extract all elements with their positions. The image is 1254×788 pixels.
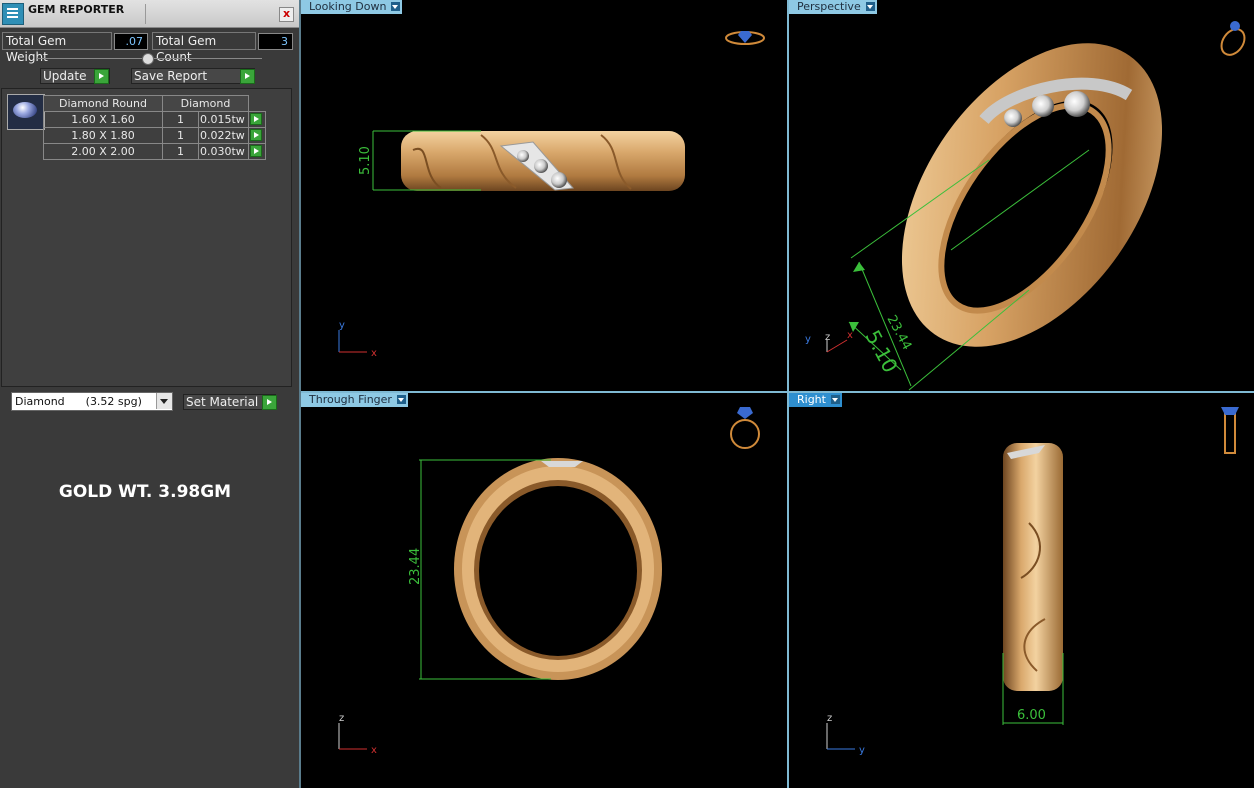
viewport-perspective[interactable]: 5.10 23.44 y z x Perspective: [789, 0, 1254, 391]
panel-title: GEM REPORTER: [28, 3, 125, 16]
chevron-down-icon[interactable]: [865, 2, 875, 11]
title-divider: [145, 4, 146, 24]
gem-row-action[interactable]: [248, 143, 266, 160]
gem-shape-header: Diamond Round: [43, 95, 163, 112]
axis-z-label: z: [339, 713, 344, 724]
axis-x-label: x: [371, 348, 377, 359]
axis-x-label: x: [847, 330, 853, 341]
update-play-icon[interactable]: [94, 69, 109, 84]
gem-size-cell: 2.00 X 2.00: [43, 143, 163, 160]
axis-y-label: y: [859, 745, 865, 756]
diamond-gem-icon[interactable]: [7, 94, 45, 130]
gem-table-header: Diamond Round Diamond: [43, 95, 266, 112]
gem-weight-cell: 0.030tw: [198, 143, 249, 160]
viewport-tab-looking-down[interactable]: Looking Down: [301, 0, 403, 14]
gem-reporter-icon: [2, 3, 24, 25]
viewport-tab-right[interactable]: Right: [789, 393, 842, 407]
total-gem-count-label: Total Gem Count: [152, 32, 256, 64]
gem-qty-cell: 1: [162, 111, 199, 128]
gem-size-cell: 1.80 X 1.80: [43, 127, 163, 144]
gem-row-action[interactable]: [248, 127, 266, 144]
viewport-right[interactable]: 6.00 z y Right: [789, 393, 1254, 788]
total-gem-weight-label: Total Gem Weight: [2, 32, 112, 64]
chevron-down-icon[interactable]: [830, 395, 840, 404]
total-gem-count-field[interactable]: 3: [258, 33, 293, 50]
dimension-label: 23.44: [408, 548, 423, 585]
viewport-through-finger[interactable]: 23.44 z x Through Finger: [301, 393, 787, 788]
diamond-stone: [517, 150, 529, 162]
set-material-play-icon[interactable]: [262, 395, 277, 410]
gem-qty-cell: 1: [162, 143, 199, 160]
gold-weight-text: GOLD WT. 3.98GM: [58, 482, 232, 502]
gem-row[interactable]: 1.60 X 1.60 1 0.015tw: [43, 111, 266, 128]
looking-down-canvas: 5.10 y x: [338, 31, 765, 359]
save-report-button[interactable]: Save Report: [131, 68, 255, 84]
axis-y-label: y: [339, 320, 345, 331]
play-icon[interactable]: [250, 129, 262, 141]
total-gem-weight-field[interactable]: .07: [114, 33, 148, 50]
gem-row-action[interactable]: [248, 111, 266, 128]
diamond-stone: [534, 159, 548, 173]
right-view-canvas: 6.00 z y: [826, 407, 1239, 756]
gem-weight-cell: 0.015tw: [198, 111, 249, 128]
play-icon[interactable]: [250, 145, 262, 157]
gem-qty-cell: 1: [162, 127, 199, 144]
dimension-label: 5.10: [358, 146, 373, 175]
dimension-label: 6.00: [1017, 708, 1046, 723]
chevron-down-icon[interactable]: [156, 393, 172, 409]
axis-z-label: z: [827, 713, 832, 724]
chevron-down-icon[interactable]: [391, 2, 401, 11]
gem-table: Diamond Round Diamond 1.60 X 1.60 1 0.01…: [43, 95, 266, 160]
gem-weight-cell: 0.022tw: [198, 127, 249, 144]
diamond-stone: [1004, 109, 1022, 127]
viewport-tab-label: Perspective: [797, 0, 861, 13]
save-report-play-icon[interactable]: [240, 69, 255, 84]
perspective-canvas: 5.10 23.44 y z x: [805, 21, 1246, 391]
viewport-tab-label: Through Finger: [309, 393, 392, 406]
viewport-tab-perspective[interactable]: Perspective: [789, 0, 877, 14]
axis-y-label: y: [805, 334, 811, 345]
panel-slider-handle[interactable]: [142, 53, 154, 65]
through-finger-canvas: 23.44 z x: [338, 407, 760, 756]
ring-view-icon[interactable]: [1224, 412, 1236, 454]
gem-row[interactable]: 2.00 X 2.00 1 0.030tw: [43, 143, 266, 160]
ring-view-icon[interactable]: [730, 419, 760, 449]
chevron-down-icon[interactable]: [396, 395, 406, 404]
axis-z-label: z: [825, 332, 830, 343]
viewport-tab-through-finger[interactable]: Through Finger: [301, 393, 408, 407]
gem-material-header: Diamond: [162, 95, 249, 112]
gem-size-cell: 1.60 X 1.60: [43, 111, 163, 128]
close-button[interactable]: x: [279, 7, 294, 22]
diamond-stone: [1032, 95, 1054, 117]
gem-row[interactable]: 1.80 X 1.80 1 0.022tw: [43, 127, 266, 144]
material-select[interactable]: Diamond (3.52 spg): [11, 392, 173, 411]
viewport-tab-label: Right: [797, 393, 826, 406]
viewport-looking-down[interactable]: 5.10 y x Looking Down: [301, 0, 787, 391]
play-icon[interactable]: [250, 113, 262, 125]
diamond-stone: [551, 172, 567, 188]
axis-x-label: x: [371, 745, 377, 756]
viewport-tab-label: Looking Down: [309, 0, 387, 13]
diamond-stone: [1064, 91, 1090, 117]
